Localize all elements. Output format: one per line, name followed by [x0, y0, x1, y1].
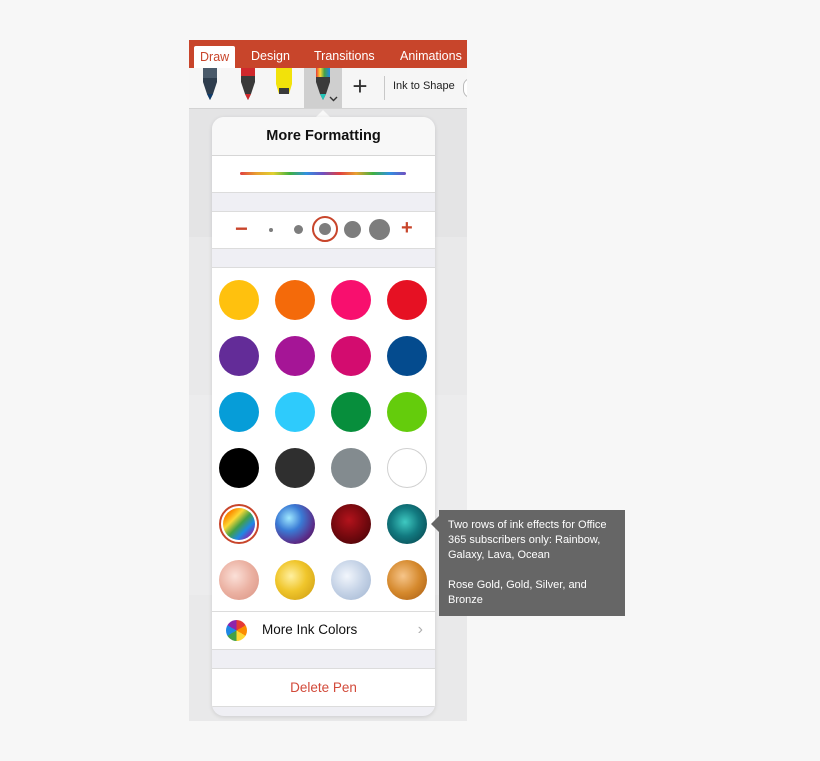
- color-swatch-lime[interactable]: [387, 392, 427, 432]
- delete-pen-button[interactable]: Delete Pen: [212, 668, 435, 707]
- thickness-size-1[interactable]: [269, 228, 273, 232]
- callout-text-2: Rose Gold, Gold, Silver, and Bronze: [448, 579, 587, 606]
- draw-toolbar: + Ink to Shape: [189, 68, 467, 109]
- ink-effect-galaxy[interactable]: [275, 504, 315, 544]
- color-swatch-red[interactable]: [387, 280, 427, 320]
- tab-transitions[interactable]: Transitions: [314, 40, 375, 68]
- color-swatch-magenta[interactable]: [275, 336, 315, 376]
- more-ink-colors-row[interactable]: More Ink Colors ›: [212, 611, 435, 650]
- thickness-size-3-selected[interactable]: [312, 216, 338, 242]
- color-swatch-dark-gray[interactable]: [275, 448, 315, 488]
- toolbar-divider: [384, 76, 385, 100]
- ink-effect-silver[interactable]: [331, 560, 371, 600]
- chevron-down-icon: [329, 96, 338, 102]
- rainbow-effect-fill: [223, 508, 255, 540]
- color-swatch-blue[interactable]: [219, 392, 259, 432]
- ink-effect-rainbow-selected[interactable]: [219, 504, 259, 544]
- color-swatch-dark-blue[interactable]: [387, 336, 427, 376]
- callout-arrow: [431, 516, 439, 532]
- pen-dark-blue[interactable]: [197, 68, 223, 108]
- color-wheel-icon: [226, 620, 247, 641]
- stroke-preview-line: [240, 172, 406, 175]
- thickness-decrease-button[interactable]: −: [235, 218, 248, 240]
- tab-animations[interactable]: Animations: [400, 40, 462, 68]
- color-swatch-gray[interactable]: [331, 448, 371, 488]
- ink-effect-lava[interactable]: [331, 504, 371, 544]
- more-ink-colors-label: More Ink Colors: [262, 622, 358, 637]
- ink-to-shape-toggle[interactable]: [463, 78, 467, 98]
- stroke-preview: [212, 156, 435, 193]
- ink-to-shape-label: Ink to Shape: [393, 80, 455, 92]
- thickness-selector: − +: [212, 211, 435, 249]
- ink-effect-gold[interactable]: [275, 560, 315, 600]
- thickness-size-3-dot: [319, 223, 331, 235]
- thickness-increase-button[interactable]: +: [401, 217, 413, 239]
- thickness-size-4[interactable]: [344, 221, 361, 238]
- color-swatch-yellow[interactable]: [219, 280, 259, 320]
- ink-effect-rose-gold[interactable]: [219, 560, 259, 600]
- color-swatch-pink[interactable]: [331, 280, 371, 320]
- color-swatch-orange[interactable]: [275, 280, 315, 320]
- color-swatch-light-blue[interactable]: [275, 392, 315, 432]
- panel-title: More Formatting: [212, 117, 435, 156]
- chevron-right-icon: ›: [417, 621, 423, 638]
- highlighter-yellow[interactable]: [271, 68, 297, 108]
- tab-design[interactable]: Design: [251, 40, 290, 68]
- more-formatting-panel: More Formatting − + More Ink Colors › De…: [212, 117, 435, 716]
- thickness-size-2[interactable]: [294, 225, 303, 234]
- callout-text-1: Two rows of ink effects for Office 365 s…: [448, 519, 607, 561]
- ribbon-tabbar: Draw Design Transitions Animations: [189, 40, 467, 68]
- thickness-size-5[interactable]: [369, 219, 390, 240]
- color-swatch-purple[interactable]: [219, 336, 259, 376]
- color-swatch-dark-pink[interactable]: [331, 336, 371, 376]
- ink-effect-ocean[interactable]: [387, 504, 427, 544]
- color-swatch-green[interactable]: [331, 392, 371, 432]
- add-pen-button[interactable]: +: [348, 73, 372, 100]
- ink-effects-callout: Two rows of ink effects for Office 365 s…: [439, 510, 625, 616]
- ink-effect-bronze[interactable]: [387, 560, 427, 600]
- pen-red[interactable]: [235, 68, 261, 108]
- tab-draw[interactable]: Draw: [194, 46, 236, 68]
- color-grid: [212, 267, 435, 611]
- pen-rainbow-selected[interactable]: [304, 68, 342, 108]
- color-swatch-white[interactable]: [387, 448, 427, 488]
- color-swatch-black[interactable]: [219, 448, 259, 488]
